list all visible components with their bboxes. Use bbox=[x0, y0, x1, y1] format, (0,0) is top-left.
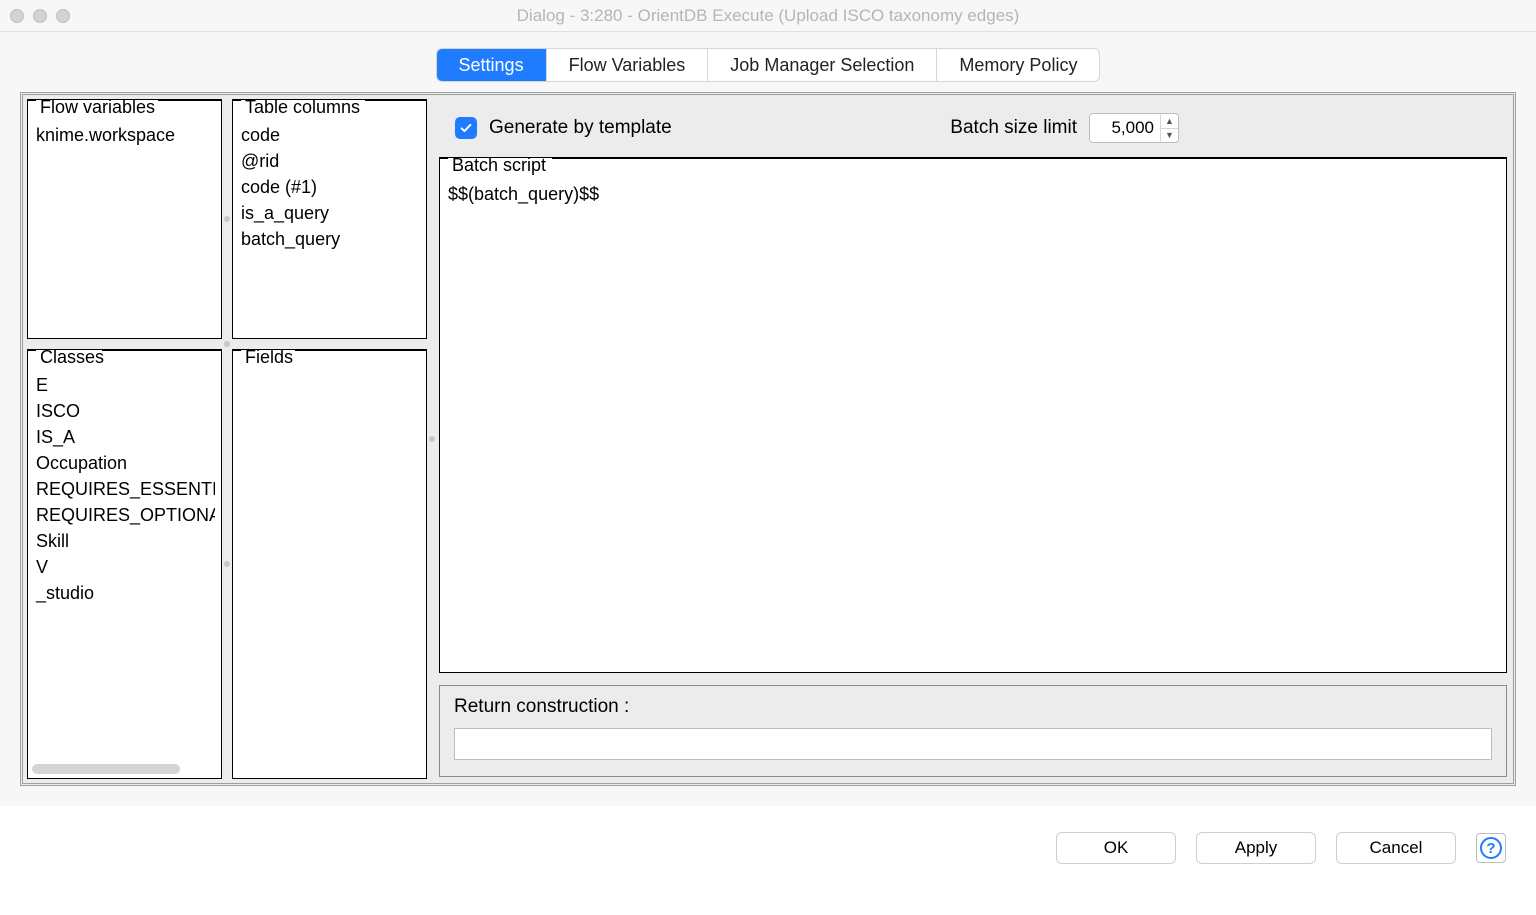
list-item[interactable]: REQUIRES_OPTIONAL bbox=[34, 502, 215, 528]
fields-title: Fields bbox=[241, 349, 297, 366]
flow-variables-list[interactable]: knime.workspace bbox=[34, 122, 215, 332]
tab-strip: Settings Flow Variables Job Manager Sele… bbox=[436, 48, 1101, 82]
flow-variables-panel: Flow variables knime.workspace bbox=[27, 99, 222, 339]
splitter-handle[interactable] bbox=[27, 339, 427, 349]
batch-script-panel: Batch script $$(batch_query)$$ bbox=[439, 157, 1507, 673]
fields-list[interactable] bbox=[239, 372, 420, 772]
list-item[interactable]: _studio bbox=[34, 580, 215, 606]
generate-by-template-label: Generate by template bbox=[489, 117, 672, 139]
table-columns-panel: Table columns code @rid code (#1) is_a_q… bbox=[232, 99, 427, 339]
return-construction-label: Return construction : bbox=[454, 696, 1492, 718]
help-button[interactable]: ? bbox=[1476, 833, 1506, 863]
dialog-footer: OK Apply Cancel ? bbox=[0, 806, 1536, 884]
list-item[interactable]: Skill bbox=[34, 528, 215, 554]
batch-size-limit-spinner[interactable]: ▲ ▼ bbox=[1089, 113, 1179, 143]
list-item[interactable]: E bbox=[34, 372, 215, 398]
stepper-down-icon[interactable]: ▼ bbox=[1161, 129, 1178, 143]
check-icon bbox=[459, 121, 473, 135]
close-window-icon[interactable] bbox=[10, 9, 24, 23]
list-item[interactable]: knime.workspace bbox=[34, 122, 215, 148]
generate-by-template-checkbox[interactable] bbox=[455, 117, 477, 139]
list-item[interactable]: batch_query bbox=[239, 226, 420, 252]
scrollbar-thumb[interactable] bbox=[32, 764, 180, 774]
list-item[interactable]: V bbox=[34, 554, 215, 580]
classes-list[interactable]: E ISCO IS_A Occupation REQUIRES_ESSENTIA… bbox=[34, 372, 215, 772]
ok-button[interactable]: OK bbox=[1056, 832, 1176, 864]
splitter-handle[interactable] bbox=[222, 349, 232, 779]
list-item[interactable]: code (#1) bbox=[239, 174, 420, 200]
classes-panel: Classes E ISCO IS_A Occupation REQUIRES_… bbox=[27, 349, 222, 779]
list-item[interactable]: Occupation bbox=[34, 450, 215, 476]
table-columns-title: Table columns bbox=[241, 99, 364, 116]
list-item[interactable]: code bbox=[239, 122, 420, 148]
return-construction-panel: Return construction : bbox=[439, 685, 1507, 777]
cancel-button[interactable]: Cancel bbox=[1336, 832, 1456, 864]
splitter-handle[interactable] bbox=[222, 99, 232, 339]
apply-button[interactable]: Apply bbox=[1196, 832, 1316, 864]
titlebar: Dialog - 3:280 - OrientDB Execute (Uploa… bbox=[0, 0, 1536, 32]
tab-flow-variables[interactable]: Flow Variables bbox=[547, 49, 709, 81]
settings-top-row: Generate by template Batch size limit ▲ … bbox=[437, 99, 1509, 153]
list-item[interactable]: is_a_query bbox=[239, 200, 420, 226]
tab-bar: Settings Flow Variables Job Manager Sele… bbox=[0, 32, 1536, 92]
flow-variables-title: Flow variables bbox=[36, 99, 159, 116]
fields-panel: Fields bbox=[232, 349, 427, 779]
table-columns-list[interactable]: code @rid code (#1) is_a_query batch_que… bbox=[239, 122, 420, 332]
minimize-window-icon[interactable] bbox=[33, 9, 47, 23]
tab-settings[interactable]: Settings bbox=[437, 49, 547, 81]
content-panel: Flow variables knime.workspace Table col… bbox=[20, 92, 1516, 786]
batch-size-limit-label: Batch size limit bbox=[950, 117, 1077, 139]
splitter-handle[interactable] bbox=[427, 99, 437, 779]
horizontal-scrollbar[interactable] bbox=[32, 764, 217, 774]
tab-memory-policy[interactable]: Memory Policy bbox=[937, 49, 1099, 81]
list-item[interactable]: REQUIRES_ESSENTIAL bbox=[34, 476, 215, 502]
window-title: Dialog - 3:280 - OrientDB Execute (Uploa… bbox=[0, 6, 1536, 26]
list-item[interactable]: @rid bbox=[239, 148, 420, 174]
batch-script-title: Batch script bbox=[448, 157, 550, 174]
stepper-up-icon[interactable]: ▲ bbox=[1161, 114, 1178, 129]
tab-job-manager-selection[interactable]: Job Manager Selection bbox=[708, 49, 937, 81]
return-construction-input[interactable] bbox=[454, 728, 1492, 760]
dialog-window: Dialog - 3:280 - OrientDB Execute (Uploa… bbox=[0, 0, 1536, 884]
list-item[interactable]: IS_A bbox=[34, 424, 215, 450]
batch-script-textarea[interactable]: $$(batch_query)$$ bbox=[446, 180, 1500, 208]
list-item[interactable]: ISCO bbox=[34, 398, 215, 424]
zoom-window-icon[interactable] bbox=[56, 9, 70, 23]
traffic-lights bbox=[10, 9, 70, 23]
classes-title: Classes bbox=[36, 349, 108, 366]
help-icon: ? bbox=[1480, 837, 1502, 859]
batch-size-limit-input[interactable] bbox=[1090, 114, 1160, 142]
